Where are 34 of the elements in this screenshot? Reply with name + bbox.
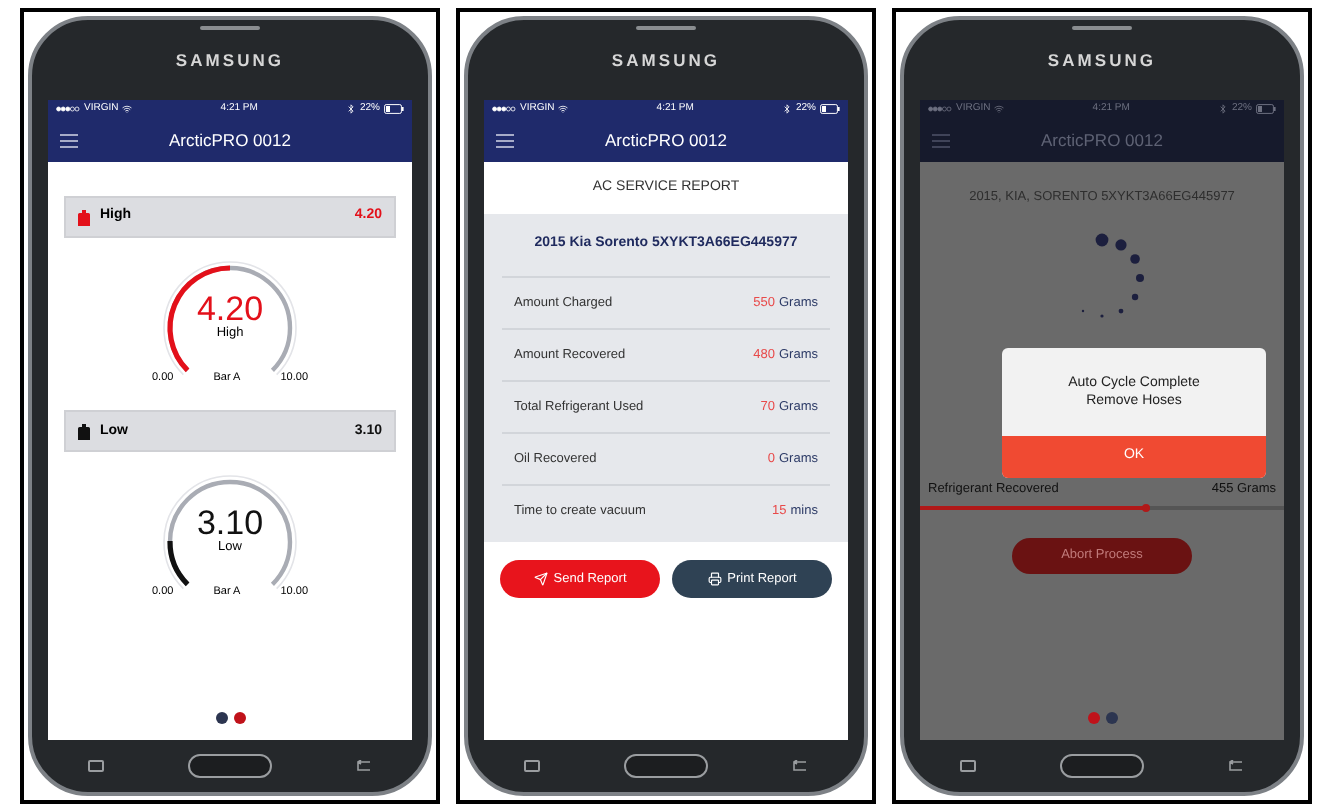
gauge-reading: 4.20 <box>196 292 264 326</box>
recent-apps-icon <box>88 760 104 772</box>
recent-apps-icon <box>960 760 976 772</box>
wifi-icon <box>122 104 133 114</box>
back-icon <box>1226 760 1244 772</box>
printer-icon <box>707 572 722 586</box>
app-title: ArcticPRO 0012 <box>169 127 291 153</box>
wifi-icon <box>994 104 1005 114</box>
brand-logo: SAMSUNG <box>611 48 721 74</box>
send-icon <box>533 572 548 586</box>
home-button[interactable] <box>623 754 707 778</box>
app-title: ArcticPRO 0012 <box>605 127 727 153</box>
gauge-reading: 3.10 <box>196 506 264 541</box>
app-title: ArcticPRO 0012 <box>1041 127 1163 153</box>
signal-icon <box>928 106 952 112</box>
home-button[interactable] <box>1059 754 1143 778</box>
menu-icon[interactable] <box>496 133 514 147</box>
back-icon <box>354 760 372 772</box>
battery-icon <box>1256 104 1276 114</box>
brand-logo: SAMSUNG <box>1047 48 1157 74</box>
signal-icon <box>492 106 516 112</box>
brand-logo: SAMSUNG <box>175 48 285 74</box>
recent-apps-icon <box>524 760 540 772</box>
slider-thumb <box>1141 503 1150 511</box>
menu-icon[interactable] <box>60 133 78 147</box>
bluetooth-icon <box>1217 104 1228 114</box>
wifi-icon <box>558 104 569 114</box>
back-icon <box>790 760 808 772</box>
signal-icon <box>56 106 80 112</box>
bluetooth-icon <box>345 104 356 114</box>
battery-icon <box>820 104 840 114</box>
battery-icon <box>384 104 404 114</box>
home-button[interactable] <box>187 754 271 778</box>
bluetooth-icon <box>781 104 792 114</box>
